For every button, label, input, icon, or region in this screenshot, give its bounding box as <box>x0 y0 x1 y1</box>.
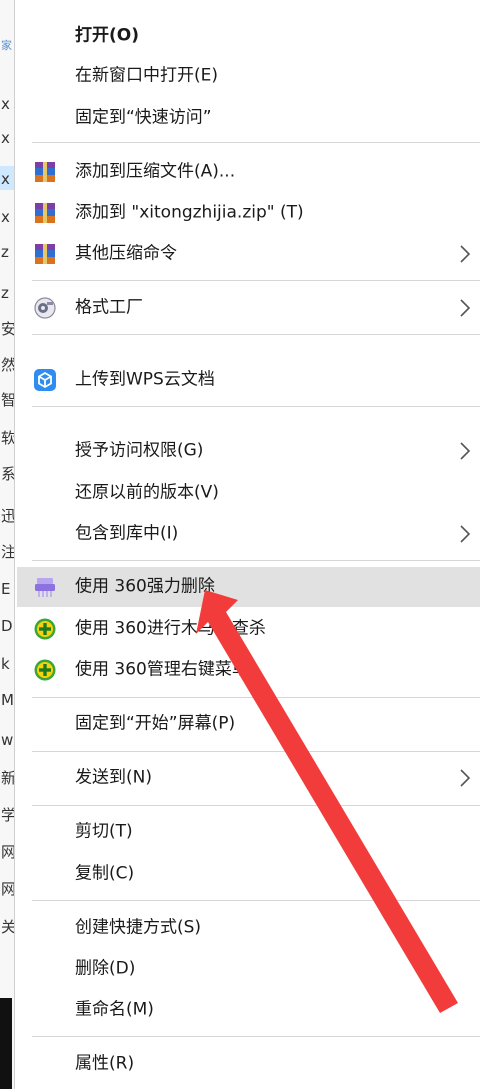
menu-item-label: 使用 360强力删除 <box>75 576 215 597</box>
menu-item-label: 添加到 "xitongzhijia.zip" (T) <box>75 202 304 223</box>
menu-item-label: 包含到库中(I) <box>75 523 179 544</box>
background-text-fragment: w <box>1 731 14 749</box>
menu-item-upload-wps[interactable]: 上传到WPS云文档 <box>17 360 480 400</box>
menu-separator <box>32 280 480 281</box>
wps-cloud-icon <box>34 369 56 391</box>
menu-separator <box>32 1036 480 1037</box>
menu-item-label: 复制(C) <box>75 863 135 884</box>
menu-item-properties[interactable]: 属性(R) <box>17 1044 480 1084</box>
menu-separator <box>32 334 480 335</box>
menu-separator <box>32 697 480 698</box>
winrar-icon <box>35 162 55 182</box>
menu-item-label: 上传到WPS云文档 <box>75 369 215 390</box>
menu-item-copy[interactable]: 复制(C) <box>17 854 480 894</box>
menu-item-create-shortcut[interactable]: 创建快捷方式(S) <box>17 908 480 948</box>
menu-item-rename[interactable]: 重命名(M) <box>17 990 480 1030</box>
menu-separator <box>32 560 480 561</box>
format-factory-icon <box>34 297 56 319</box>
menu-item-open[interactable]: 打开(O) <box>17 16 480 56</box>
background-text-fragment: z <box>1 284 9 302</box>
background-text-fragment: 网 <box>1 880 15 898</box>
menu-item-include-library[interactable]: 包含到库中(I) <box>17 514 480 554</box>
background-text-fragment: M <box>1 691 14 709</box>
menu-item-label: 其他压缩命令 <box>75 243 177 264</box>
background-text-fragment: 家 <box>1 39 12 52</box>
winrar-icon <box>35 203 55 223</box>
background-text-fragment: 然 <box>1 356 15 374</box>
background-text-fragment: 系 <box>1 465 15 483</box>
chevron-right-icon <box>460 245 471 263</box>
context-menu: 打开(O) 在新窗口中打开(E) 固定到“快速访问” 添加到压缩文件(A)...… <box>14 0 480 1089</box>
menu-item-cut[interactable]: 剪切(T) <box>17 812 480 852</box>
menu-item-label: 固定到“快速访问” <box>75 107 212 128</box>
background-text-fragment: 注 <box>1 543 15 561</box>
chevron-right-icon <box>460 442 471 460</box>
menu-item-delete[interactable]: 删除(D) <box>17 949 480 989</box>
plus-360-icon <box>34 618 56 640</box>
menu-item-open-new-window[interactable]: 在新窗口中打开(E) <box>17 56 480 96</box>
menu-separator <box>32 751 480 752</box>
menu-item-label: 打开(O) <box>75 25 139 46</box>
background-text-fragment: x <box>1 170 10 188</box>
background-text-fragment: 网 <box>1 843 15 861</box>
menu-item-label: 添加到压缩文件(A)... <box>75 161 236 182</box>
menu-item-label: 剪切(T) <box>75 821 133 842</box>
menu-item-format-factory[interactable]: 格式工厂 <box>17 288 480 328</box>
chevron-right-icon <box>460 769 471 787</box>
background-window-strip: 家xxxxzz安然智软系迅注EDkMw新学网网关 <box>0 0 15 1089</box>
winrar-icon <box>35 244 55 264</box>
menu-separator <box>32 142 480 143</box>
chevron-right-icon <box>460 525 471 543</box>
background-text-fragment: 安 <box>1 320 15 338</box>
menu-item-label: 格式工厂 <box>75 297 143 318</box>
background-text-fragment: 新 <box>1 769 15 787</box>
shredder-icon <box>35 578 55 597</box>
menu-item-label: 创建快捷方式(S) <box>75 917 202 938</box>
menu-item-label: 授予访问权限(G) <box>75 440 204 461</box>
menu-item-label: 发送到(N) <box>75 767 152 788</box>
menu-item-send-to[interactable]: 发送到(N) <box>17 758 480 798</box>
menu-item-label: 删除(D) <box>75 958 136 979</box>
menu-separator <box>32 406 480 407</box>
menu-item-trojan-scan-360[interactable]: 使用 360进行木马云查杀 <box>17 609 480 649</box>
menu-item-pin-start[interactable]: 固定到“开始”屏幕(P) <box>17 704 480 744</box>
background-text-fragment: k <box>1 655 10 673</box>
background-text-fragment: x <box>1 129 10 147</box>
background-text-fragment: z <box>1 243 9 261</box>
background-text-fragment: 智 <box>1 391 15 409</box>
background-text-fragment: x <box>1 95 10 113</box>
menu-item-force-delete-360[interactable]: 使用 360强力删除 <box>17 567 480 607</box>
background-text-fragment: 软 <box>1 429 15 447</box>
background-text-fragment: x <box>1 208 10 226</box>
menu-item-label: 固定到“开始”屏幕(P) <box>75 713 236 734</box>
menu-item-label: 使用 360进行木马云查杀 <box>75 618 266 639</box>
menu-separator <box>32 805 480 806</box>
background-text-fragment: 迅 <box>1 507 15 525</box>
background-text-fragment: 关 <box>1 918 15 936</box>
menu-item-label: 属性(R) <box>75 1053 135 1074</box>
menu-item-add-to-zip[interactable]: 添加到 "xitongzhijia.zip" (T) <box>17 193 480 233</box>
menu-item-restore-versions[interactable]: 还原以前的版本(V) <box>17 473 480 513</box>
menu-item-pin-quick-access[interactable]: 固定到“快速访问” <box>17 98 480 138</box>
menu-item-label: 还原以前的版本(V) <box>75 482 219 503</box>
menu-item-manage-menu-360[interactable]: 使用 360管理右键菜单 <box>17 650 480 690</box>
chevron-right-icon <box>460 299 471 317</box>
menu-item-other-compress[interactable]: 其他压缩命令 <box>17 234 480 274</box>
background-text-fragment: E <box>1 580 11 598</box>
menu-item-label: 在新窗口中打开(E) <box>75 65 219 86</box>
menu-item-grant-access[interactable]: 授予访问权限(G) <box>17 431 480 471</box>
menu-item-add-to-archive[interactable]: 添加到压缩文件(A)... <box>17 152 480 192</box>
background-text-fragment: 学 <box>1 806 15 824</box>
menu-separator <box>32 900 480 901</box>
plus-360-icon <box>34 659 56 681</box>
menu-item-label: 使用 360管理右键菜单 <box>75 659 249 680</box>
menu-item-label: 重命名(M) <box>75 999 154 1020</box>
background-dark-area <box>0 998 12 1089</box>
background-text-fragment: D <box>1 617 13 635</box>
